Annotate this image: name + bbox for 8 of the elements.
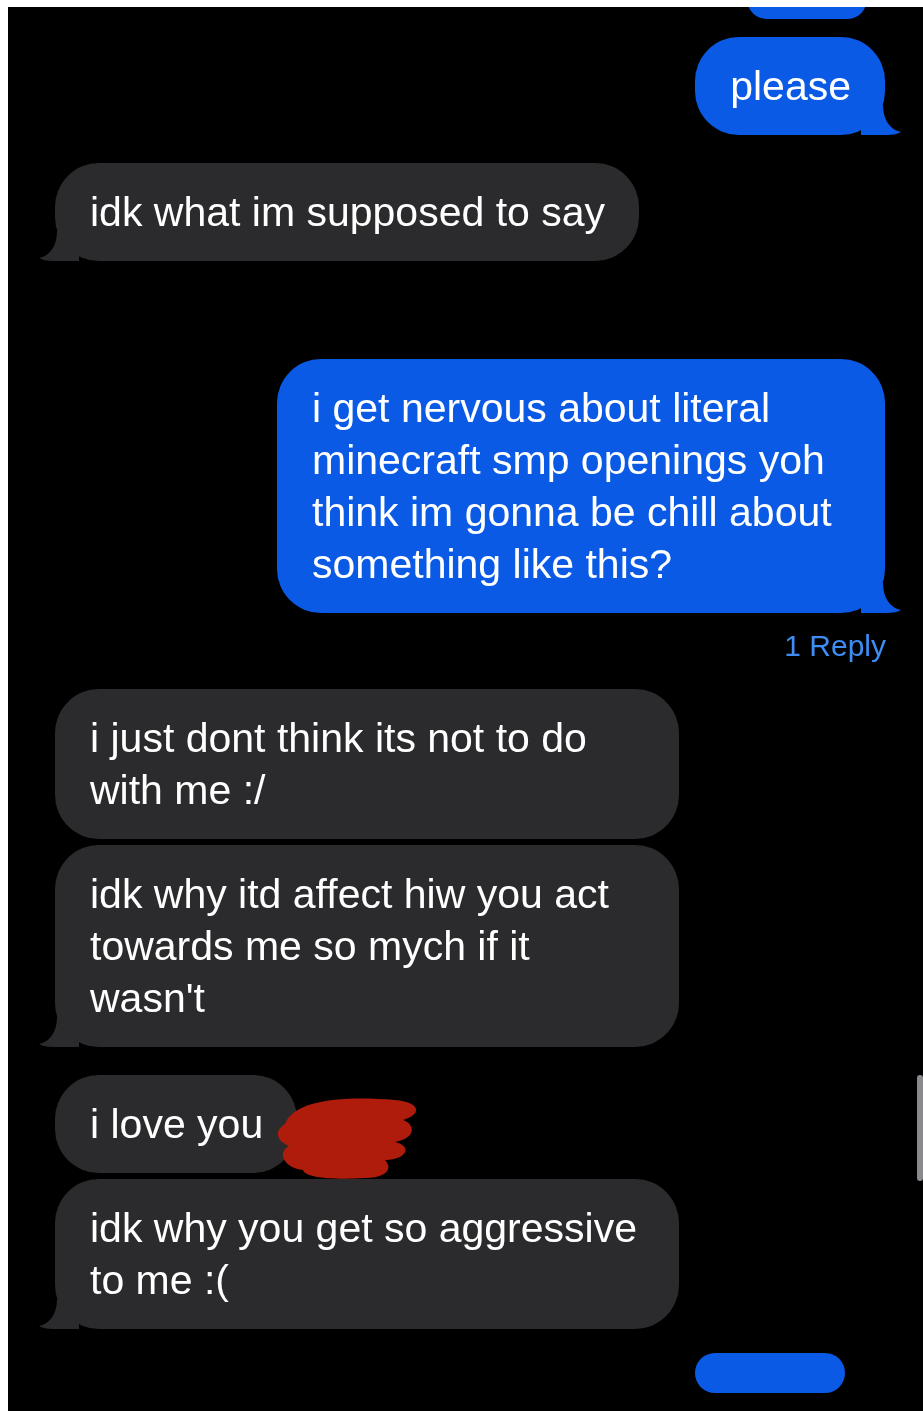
- message-bubble: please: [695, 37, 885, 135]
- message-bubble: i love you: [55, 1075, 298, 1173]
- message-bubble: idk what im supposed to say: [55, 163, 640, 261]
- message-bubble: i get nervous about literal minecraft smp openings yoh think im gonna be chill about something like this?: [277, 359, 885, 613]
- message-bubble: i just dont think its not to do with me :/: [55, 689, 679, 839]
- message-bubble: idk why itd affect hiw you act towards me so mych if it wasn't: [55, 845, 679, 1047]
- reply-link[interactable]: 1 Reply: [784, 629, 886, 663]
- message-bubble: idk why you get so aggressive to me :(: [55, 1179, 679, 1329]
